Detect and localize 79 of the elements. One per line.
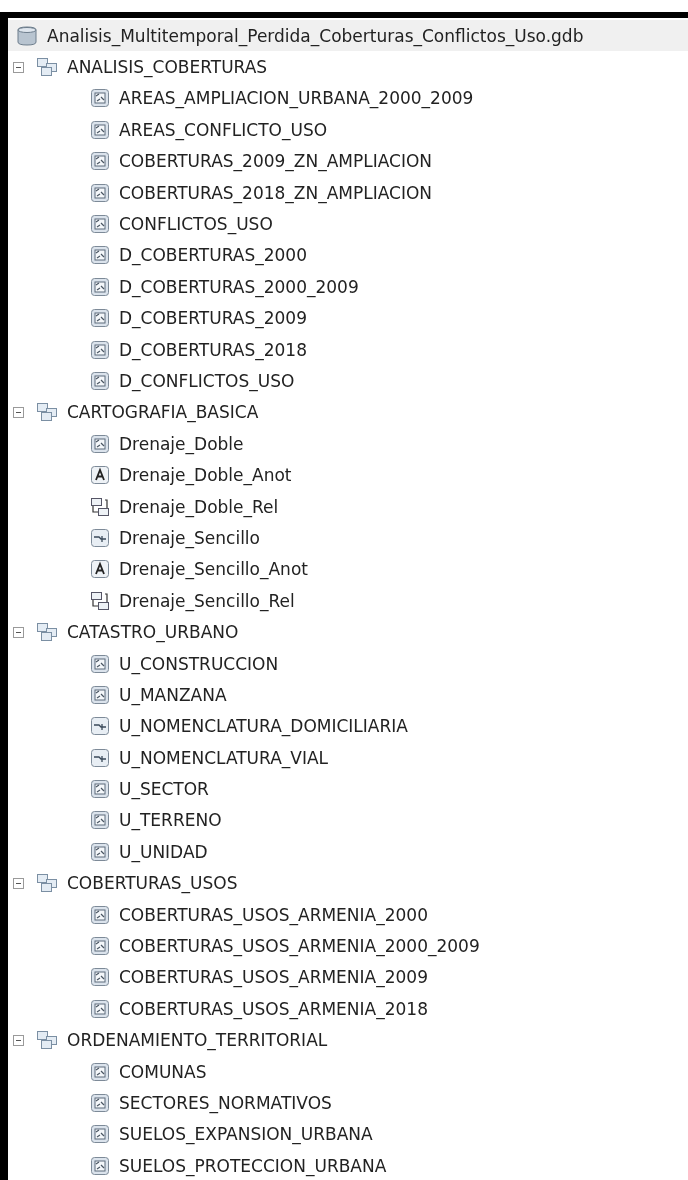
polygon-layer-icon [90,810,110,831]
polygon-layer-icon [90,339,110,360]
feature-class-name[interactable]: U_NOMENCLATURA_VIAL [119,746,329,769]
dataset-name[interactable]: COBERTURAS_USOS [67,872,238,895]
feature-dataset-icon [36,622,58,643]
polygon-layer-icon [90,1092,110,1113]
polygon-layer-icon [90,653,110,674]
polygon-layer-icon [90,214,110,235]
line-layer-icon [90,527,110,548]
feature-class-name[interactable]: D_COBERTURAS_2000 [119,244,307,267]
polygon-layer-icon [90,88,110,109]
feature-class-name[interactable]: COBERTURAS_2018_ZN_AMPLIACION [119,181,433,204]
dataset-name[interactable]: ANALISIS_COBERTURAS [67,56,268,79]
feature-dataset-icon [36,57,58,78]
feature-class-name[interactable]: AREAS_AMPLIACION_URBANA_2000_2009 [119,87,474,110]
feature-dataset-icon [36,1030,58,1051]
polygon-layer-icon [90,904,110,925]
feature-class-name[interactable]: U_MANZANA [119,683,227,706]
polygon-layer-icon [90,998,110,1019]
annotation-layer-icon [90,559,110,580]
polygon-layer-icon [90,308,110,329]
line-layer-icon [90,716,110,737]
feature-class-name[interactable]: COMUNAS [119,1060,207,1083]
polygon-layer-icon [90,967,110,988]
polygon-layer-icon [90,151,110,172]
feature-class-name[interactable]: D_CONFLICTOS_USO [119,370,295,392]
dataset-name[interactable]: ORDENAMIENTO_TERRITORIAL [67,1029,328,1052]
polygon-layer-icon [90,276,110,297]
feature-class-name[interactable]: COBERTURAS_USOS_ARMENIA_2009 [119,966,428,989]
polygon-layer-icon [90,433,110,454]
feature-class-name[interactable]: U_SECTOR [119,778,209,801]
polygon-layer-icon [90,684,110,705]
feature-class-name[interactable]: D_COBERTURAS_2018 [119,338,307,361]
collapse-icon[interactable] [13,626,24,638]
feature-class-name[interactable]: COBERTURAS_USOS_ARMENIA_2000 [119,903,428,926]
polygon-layer-icon [90,779,110,800]
polygon-layer-icon [90,245,110,266]
dataset-name[interactable]: CARTOGRAFIA_BASICA [67,401,259,424]
feature-class-name[interactable]: D_COBERTURAS_2009 [119,307,307,330]
feature-class-name[interactable]: AREAS_CONFLICTO_USO [119,118,328,141]
feature-class-name[interactable]: Drenaje_Sencillo [119,526,260,549]
relationship-icon [90,590,110,611]
feature-class-name[interactable]: U_NOMENCLATURA_DOMICILIARIA [119,715,408,738]
polygon-layer-icon [90,1061,110,1082]
feature-class-name[interactable]: COBERTURAS_2009_ZN_AMPLIACION [119,150,433,173]
feature-class-name[interactable]: CONFLICTOS_USO [119,213,273,236]
feature-dataset-icon [36,402,58,423]
feature-class-name[interactable]: COBERTURAS_USOS_ARMENIA_2018 [119,997,428,1020]
feature-class-name[interactable]: COBERTURAS_USOS_ARMENIA_2000_2009 [119,935,480,957]
feature-class-name[interactable]: Drenaje_Doble_Rel [119,495,279,518]
feature-class-name[interactable]: SECTORES_NORMATIVOS [119,1091,332,1114]
collapse-icon[interactable] [13,406,24,418]
polygon-layer-icon [90,371,110,391]
feature-class-name[interactable]: Drenaje_Doble_Anot [119,464,292,487]
feature-class-name[interactable]: U_UNIDAD [119,840,208,863]
dataset-name[interactable]: CATASTRO_URBANO [67,621,239,644]
collapse-icon[interactable] [13,1034,24,1046]
feature-class-name[interactable]: U_CONSTRUCCION [119,652,279,675]
feature-class-name[interactable]: SUELOS_EXPANSION_URBANA [119,1123,373,1146]
polygon-layer-icon [90,936,110,956]
polygon-layer-icon [90,841,110,862]
database-icon [16,25,38,46]
feature-class-name[interactable]: D_COBERTURAS_2000_2009 [119,275,359,298]
feature-class-name[interactable]: SUELOS_PROTECCION_URBANA [119,1154,387,1177]
collapse-icon[interactable] [13,877,24,889]
feature-class-name[interactable]: Drenaje_Sencillo_Rel [119,589,295,612]
feature-class-name[interactable]: Drenaje_Sencillo_Anot [119,558,308,581]
polygon-layer-icon [90,119,110,140]
feature-class-name[interactable]: Drenaje_Doble [119,432,244,455]
polygon-layer-icon [90,182,110,203]
geodatabase-name: Analisis_Multitemporal_Perdida_Coberturas_Conflictos_Uso.gdb [47,24,584,47]
annotation-layer-icon [90,465,110,486]
collapse-icon[interactable] [13,61,24,73]
feature-dataset-icon [36,873,58,894]
feature-class-name[interactable]: U_TERRENO [119,809,222,832]
line-layer-icon [90,747,110,768]
relationship-icon [90,496,110,517]
polygon-layer-icon [90,1124,110,1145]
polygon-layer-icon [90,1155,110,1176]
